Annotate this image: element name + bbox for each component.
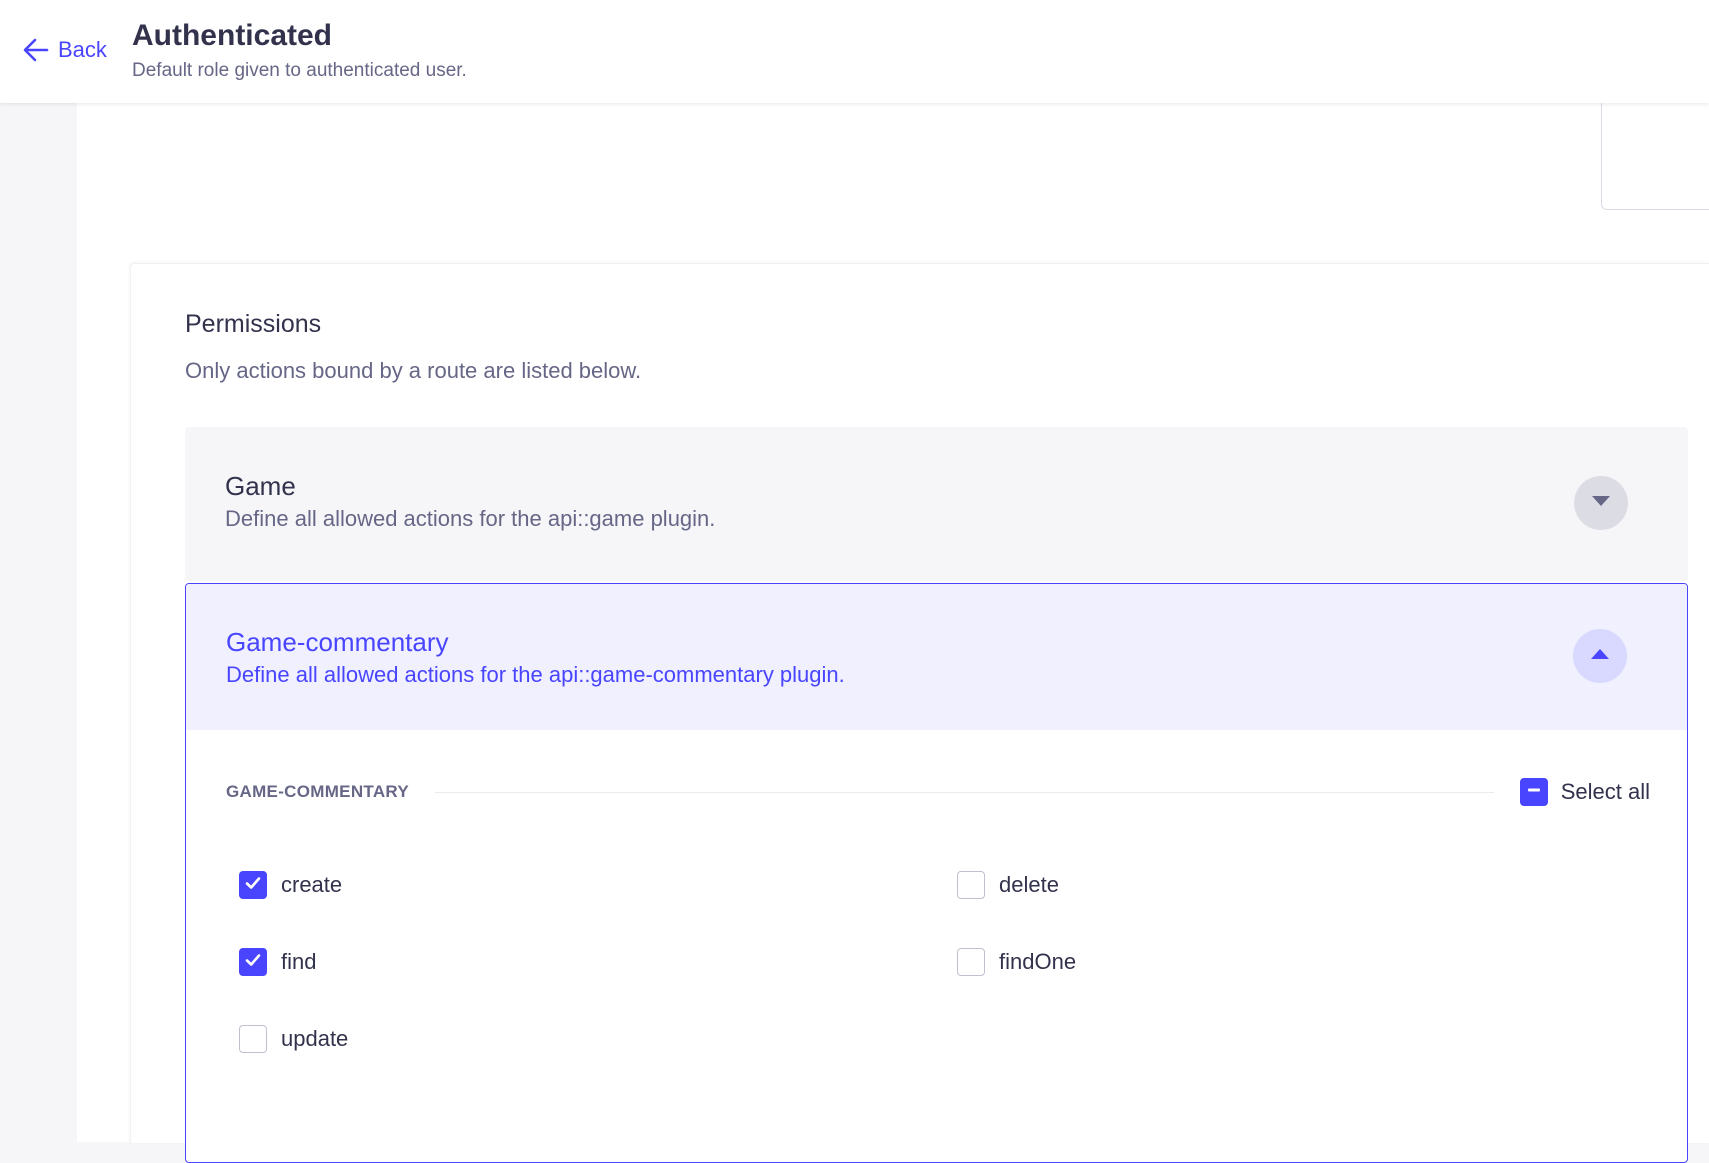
permissions-card: Permissions Only actions bound by a rout…	[130, 263, 1709, 1163]
accordion-game[interactable]: Game Define all allowed actions for the …	[185, 427, 1688, 581]
check-icon	[244, 951, 262, 974]
checkbox[interactable]	[239, 1025, 267, 1053]
expand-button[interactable]	[1574, 476, 1628, 530]
arrow-left-icon	[22, 36, 50, 64]
select-all-checkbox[interactable]: Select all	[1519, 778, 1650, 806]
content-panel: Permissions Only actions bound by a rout…	[77, 103, 1709, 1163]
role-details-box	[1601, 103, 1709, 210]
permission-checkbox-create[interactable]: create	[239, 871, 342, 899]
permission-label: delete	[999, 872, 1059, 897]
page-title: Authenticated	[132, 19, 333, 52]
permission-checkbox-update[interactable]: update	[239, 1025, 348, 1053]
checkbox[interactable]	[957, 871, 985, 899]
accordion-description: Define all allowed actions for the api::…	[226, 662, 845, 687]
permission-checkbox-find[interactable]: find	[239, 948, 316, 976]
caret-down-icon	[1591, 494, 1611, 512]
top-header: Back Authenticated Default role given to…	[0, 0, 1709, 103]
caret-up-icon	[1590, 647, 1610, 665]
permission-label: update	[281, 1026, 349, 1051]
page-subtitle: Default role given to authenticated user…	[132, 60, 467, 81]
accordion-game-header[interactable]: Game Define all allowed actions for the …	[185, 427, 1688, 581]
accordion-title: Game-commentary	[226, 627, 449, 657]
checkbox[interactable]	[239, 948, 267, 976]
permission-label: create	[281, 872, 343, 897]
back-link[interactable]: Back	[22, 36, 107, 64]
permissions-subtitle: Only actions bound by a route are listed…	[185, 358, 642, 383]
accordion-description: Define all allowed actions for the api::…	[225, 506, 716, 531]
checkbox[interactable]	[957, 948, 985, 976]
select-all-label: Select all	[1560, 779, 1650, 804]
minus-icon	[1526, 782, 1542, 803]
collapse-button[interactable]	[1573, 629, 1627, 683]
checkbox[interactable]	[1519, 778, 1548, 806]
permissions-title: Permissions	[185, 310, 322, 338]
permission-label: findOne	[999, 949, 1077, 974]
accordion-title: Game	[225, 471, 296, 501]
permission-group-label: GAME-COMMENTARY	[226, 782, 409, 801]
back-label: Back	[58, 37, 107, 62]
permission-checkbox-delete[interactable]: delete	[957, 871, 1059, 899]
accordion-game-commentary[interactable]: Game-commentary Define all allowed actio…	[185, 583, 1688, 1163]
accordion-game-commentary-header[interactable]: Game-commentary Define all allowed actio…	[186, 584, 1687, 730]
checkbox[interactable]	[239, 871, 267, 899]
divider	[434, 791, 1494, 793]
permission-checkbox-findone[interactable]: findOne	[957, 948, 1076, 976]
permission-group-header: GAME-COMMENTARY Select all	[226, 776, 1650, 808]
check-icon	[244, 874, 262, 897]
permission-label: find	[281, 949, 317, 974]
